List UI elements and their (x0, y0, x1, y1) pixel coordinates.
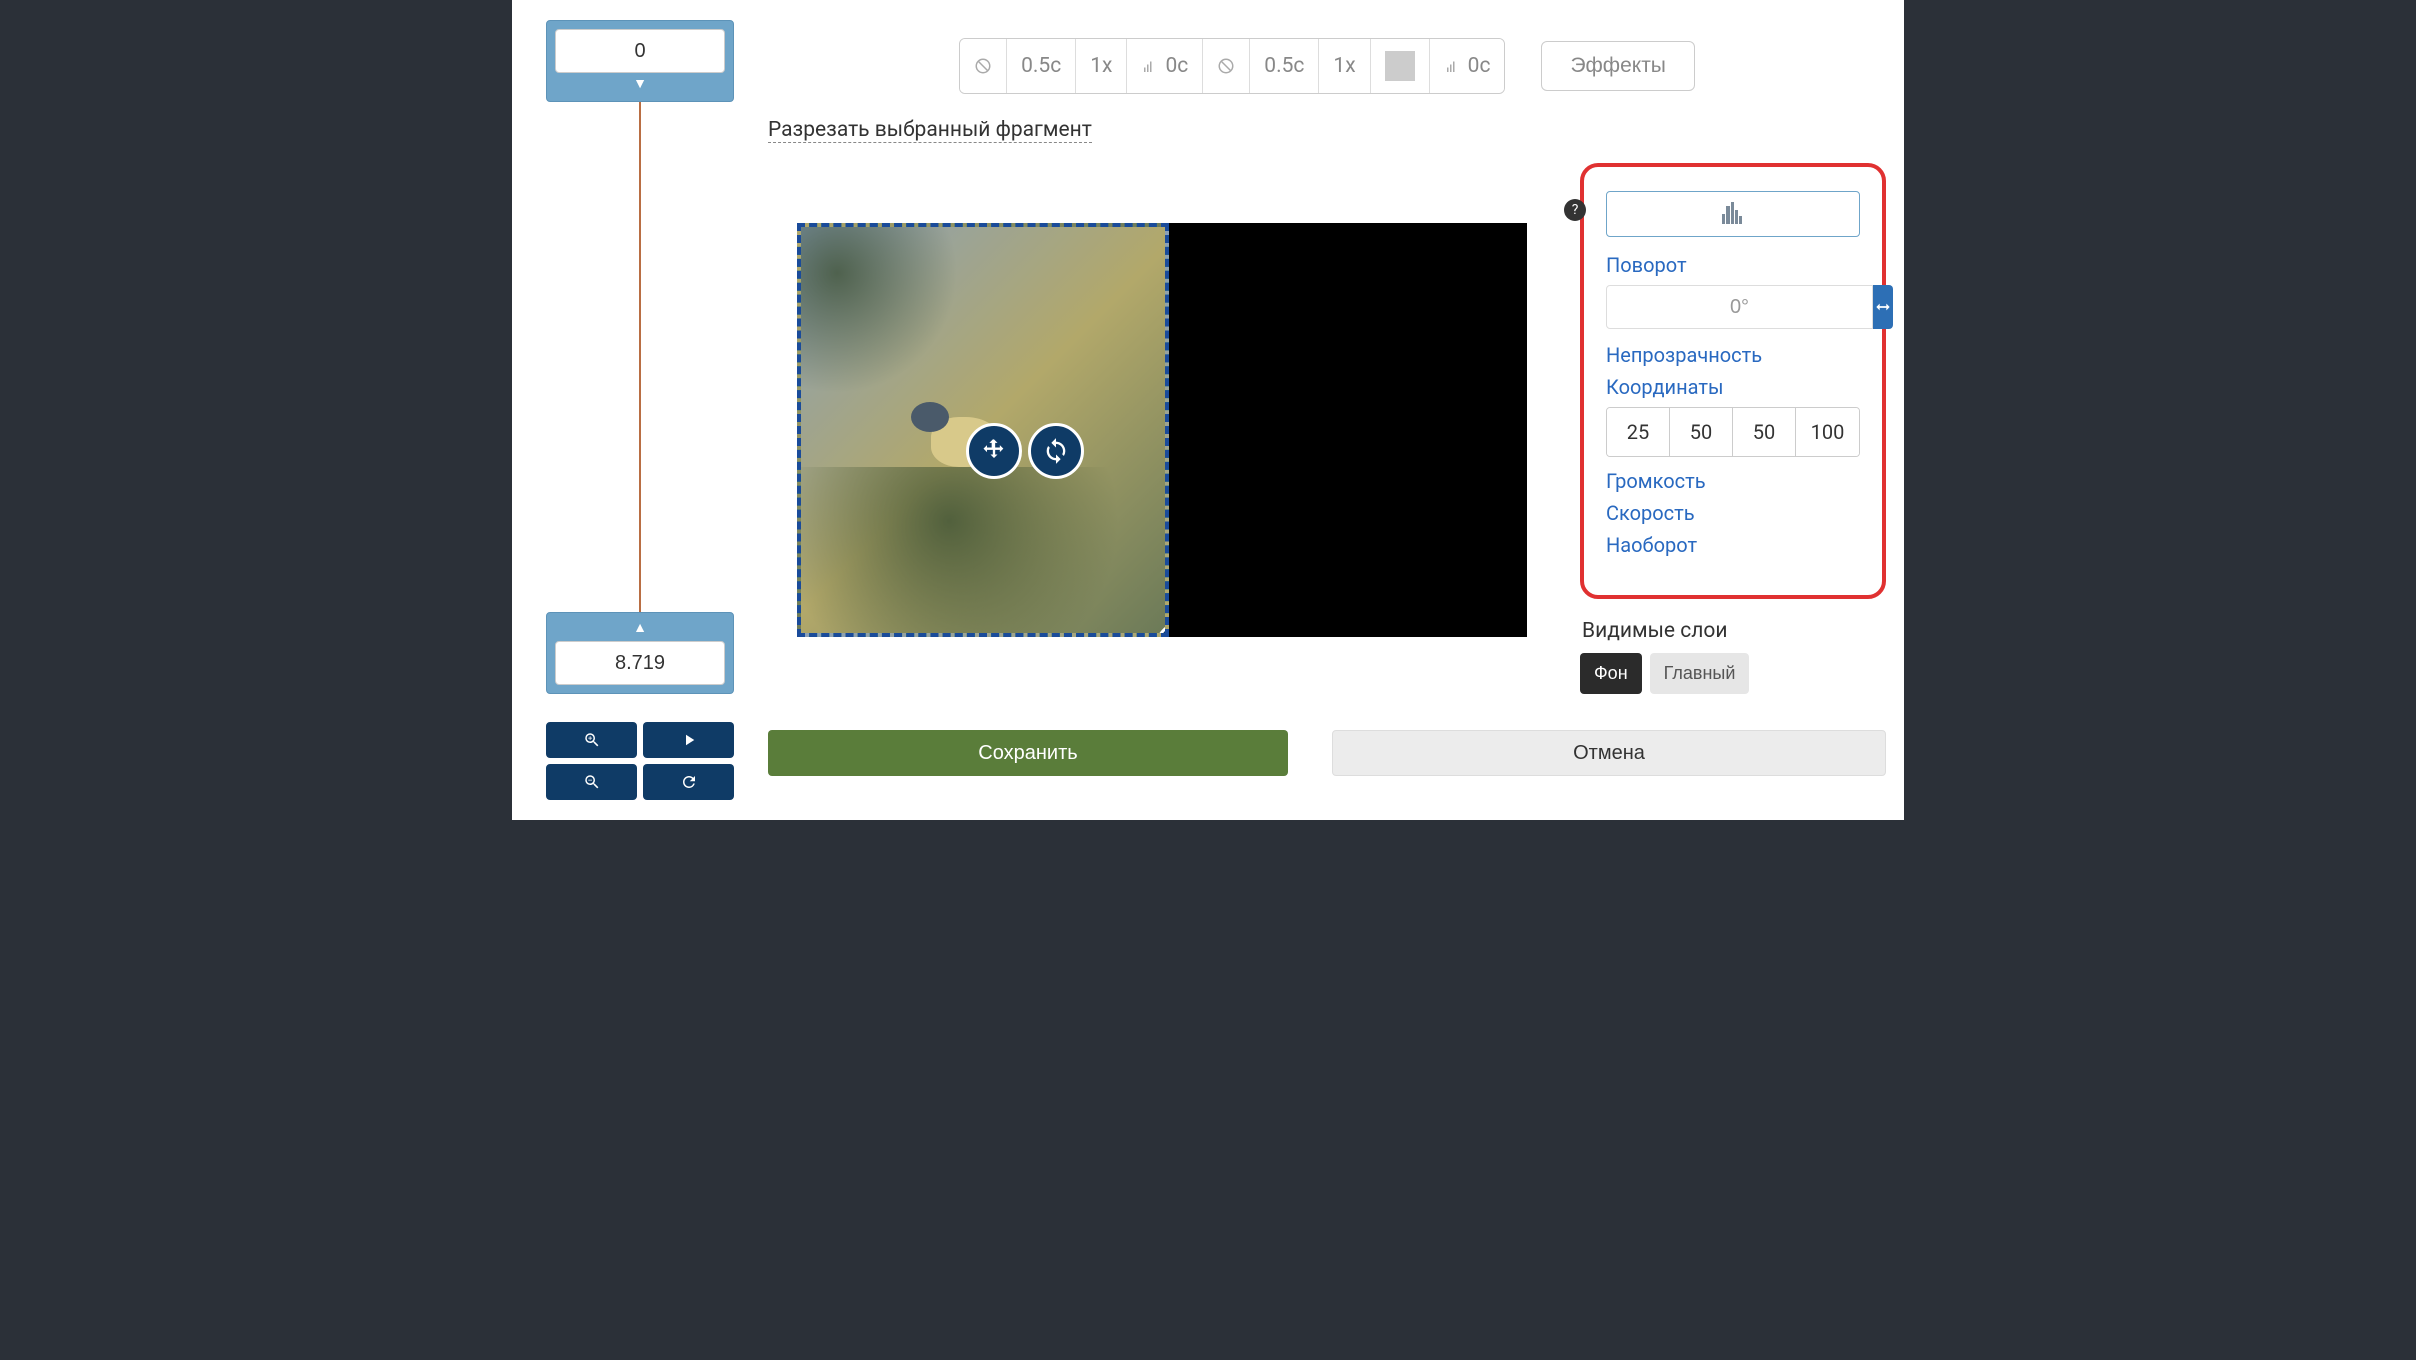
timeline-controls (546, 722, 734, 800)
thumbnail-icon (1716, 202, 1750, 226)
coords-row: 25 50 50 100 (1606, 407, 1860, 457)
no-transition-a[interactable] (960, 39, 1007, 93)
play-icon (680, 731, 698, 749)
timeline-end-input[interactable] (555, 641, 725, 685)
ban-icon (974, 57, 992, 75)
effects-button[interactable]: Эффекты (1541, 41, 1694, 91)
speed-label[interactable]: Скорость (1606, 501, 1860, 525)
help-badge[interactable]: ? (1564, 199, 1586, 221)
coords-label[interactable]: Координаты (1606, 375, 1860, 399)
rotation-label[interactable]: Поворот (1606, 253, 1860, 277)
app-container: ▼ ▲ 0. (512, 0, 1904, 820)
zoom-in-button[interactable] (546, 722, 637, 758)
top-toolbar: 0.5c 1x 0c 0.5c 1x 0c Эффекты (768, 38, 1886, 118)
layer-buttons: Фон Главный (1580, 653, 1886, 694)
zoom-out-button[interactable] (546, 764, 637, 800)
resize-icon (1168, 634, 1169, 637)
bars-icon (1444, 57, 1462, 75)
timeline-start-input[interactable] (555, 29, 725, 73)
main-column: 0.5c 1x 0c 0.5c 1x 0c Эффекты Разреза (768, 20, 1886, 800)
color-swatch[interactable] (1371, 39, 1430, 93)
opacity-label[interactable]: Непрозрачность (1606, 343, 1860, 367)
layer-main-button[interactable]: Главный (1650, 653, 1750, 694)
save-button[interactable]: Сохранить (768, 730, 1288, 776)
transition-group-a: 0.5c 1x 0c 0.5c 1x 0c (959, 38, 1505, 94)
duration-b[interactable]: 0.5c (1250, 39, 1319, 93)
reverse-label[interactable]: Наоборот (1606, 533, 1860, 557)
volume-label[interactable]: Громкость (1606, 469, 1860, 493)
flip-horizontal-button[interactable] (1873, 285, 1893, 329)
fade-b[interactable]: 0c (1430, 39, 1505, 93)
properties-panel: Поворот Непрозрачность Координаты 25 50 … (1580, 163, 1886, 599)
rotation-input[interactable] (1606, 285, 1873, 329)
coord-y1[interactable]: 50 (1670, 408, 1733, 456)
foliage-decoration (797, 467, 1169, 637)
foliage-decoration (797, 223, 991, 427)
layer-background-button[interactable]: Фон (1580, 653, 1642, 694)
main-row: ? Поворот Непрозрачность (768, 163, 1886, 694)
ban-icon (1217, 57, 1235, 75)
zoom-in-icon (583, 731, 601, 749)
duration-a[interactable]: 0.5c (1007, 39, 1076, 93)
cancel-button[interactable]: Отмена (1332, 730, 1886, 776)
canvas-wrap (768, 163, 1562, 694)
bird-decoration (911, 402, 949, 432)
timeline-start-box: ▼ (546, 20, 734, 102)
chevron-up-icon[interactable]: ▲ (555, 621, 725, 637)
coord-x1[interactable]: 25 (1607, 408, 1670, 456)
coord-y2[interactable]: 100 (1796, 408, 1859, 456)
move-icon (980, 437, 1008, 465)
bars-icon (1141, 57, 1159, 75)
speed-b[interactable]: 1x (1319, 39, 1370, 93)
selected-layer[interactable] (797, 223, 1169, 637)
play-button[interactable] (643, 722, 734, 758)
bottom-actions: Сохранить Отмена (768, 730, 1886, 776)
rotation-row (1606, 285, 1860, 329)
speed-a[interactable]: 1x (1076, 39, 1127, 93)
visible-layers-title: Видимые слои (1582, 619, 1886, 643)
layer-thumbnail[interactable] (1606, 191, 1860, 237)
reload-icon (680, 773, 698, 791)
timeline-end-box: ▲ (546, 612, 734, 694)
sync-handle[interactable] (1028, 423, 1084, 479)
coord-x2[interactable]: 50 (1733, 408, 1796, 456)
no-transition-b[interactable] (1203, 39, 1250, 93)
reload-button[interactable] (643, 764, 734, 800)
timeline-column: ▼ ▲ (530, 20, 750, 800)
cut-fragment-link[interactable]: Разрезать выбранный фрагмент (768, 118, 1092, 143)
sync-icon (1042, 437, 1070, 465)
properties-panel-wrap: ? Поворот Непрозрачность (1580, 163, 1886, 694)
fade-a[interactable]: 0c (1127, 39, 1203, 93)
flip-horizontal-icon (1873, 297, 1893, 317)
layer-overlay-controls (966, 423, 1084, 479)
preview-canvas[interactable] (797, 223, 1527, 637)
zoom-out-icon (583, 773, 601, 791)
move-handle[interactable] (966, 423, 1022, 479)
timeline-track[interactable] (639, 102, 641, 612)
chevron-down-icon[interactable]: ▼ (555, 77, 725, 93)
